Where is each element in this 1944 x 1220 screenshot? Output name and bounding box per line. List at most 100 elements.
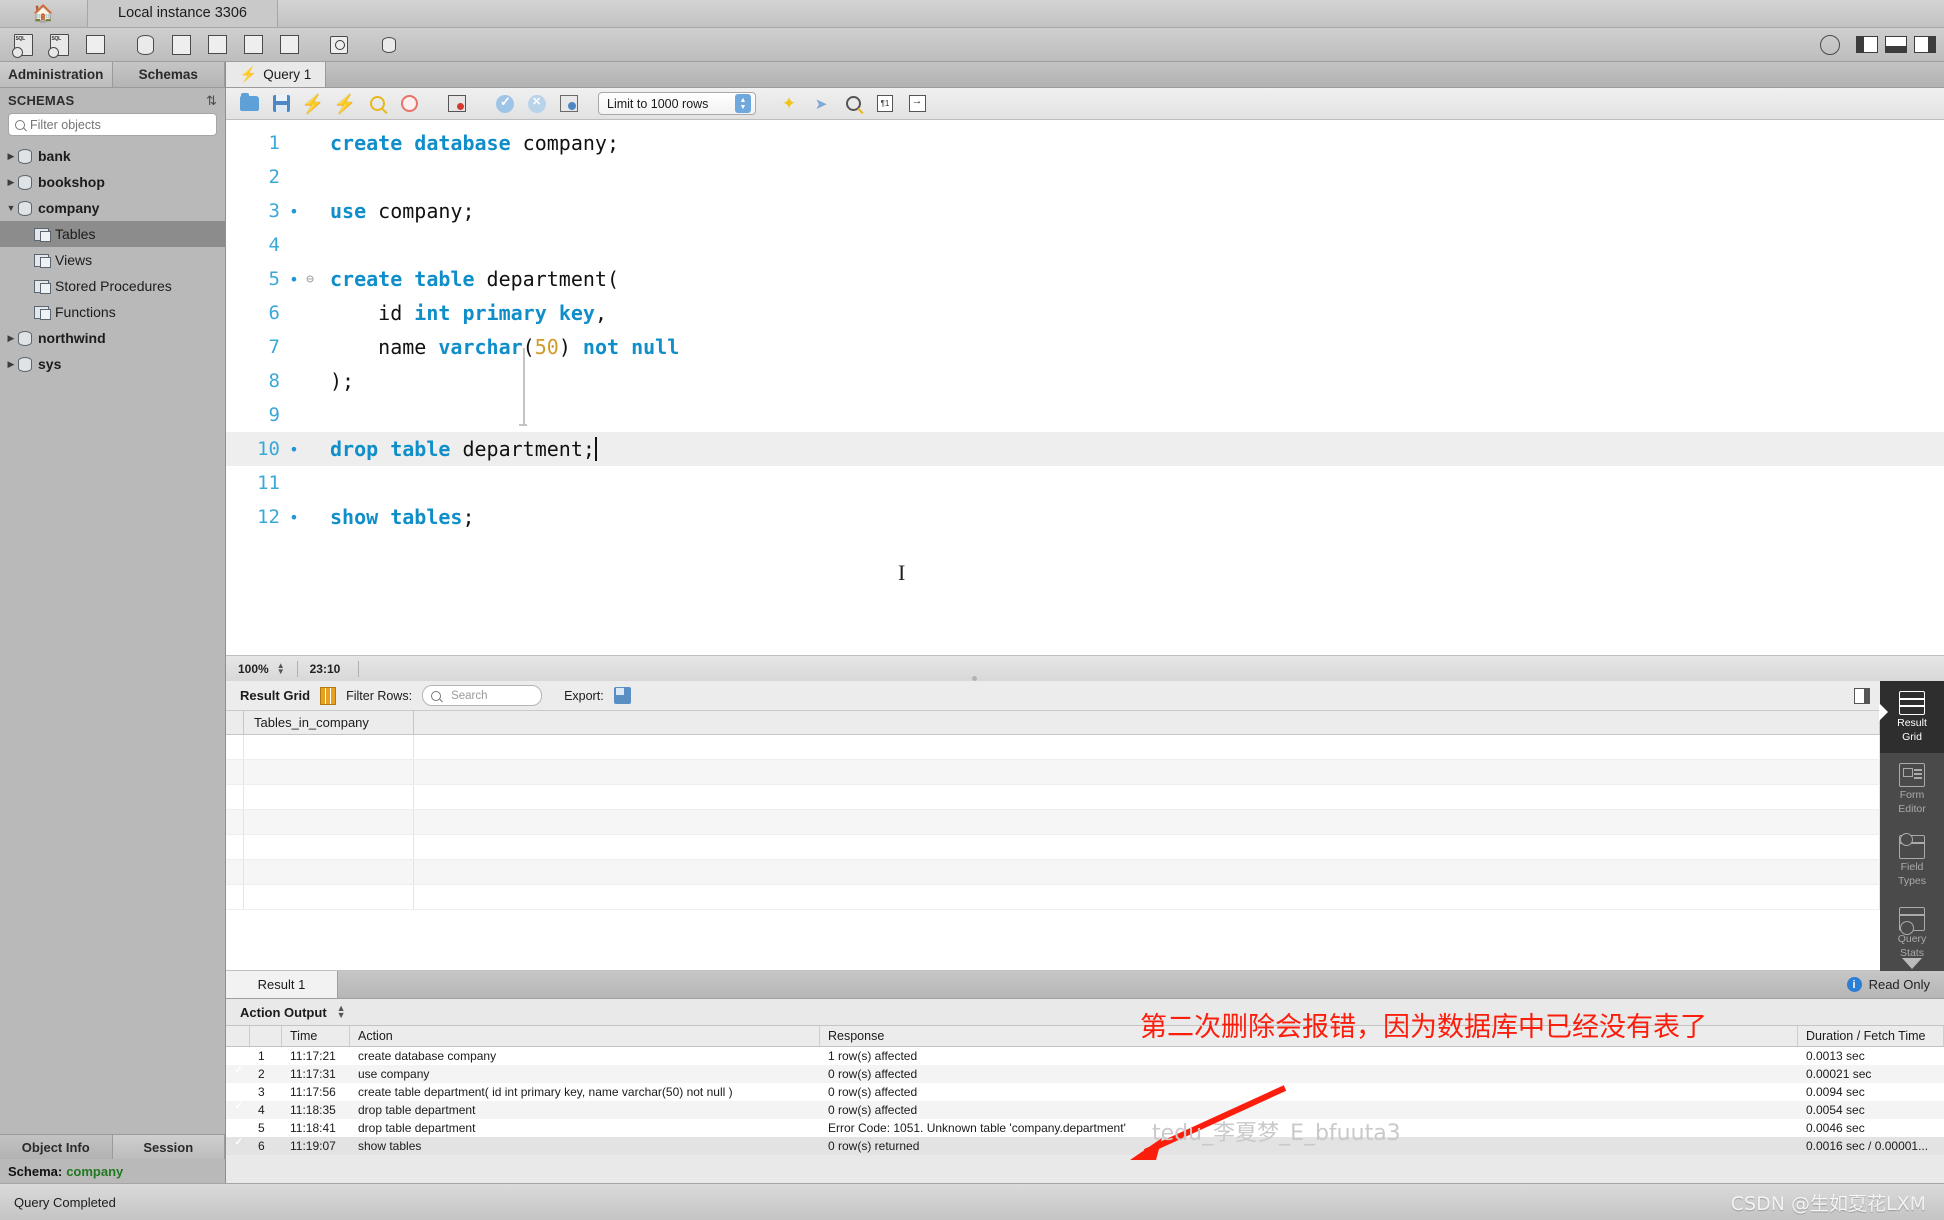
fold-toggle-icon[interactable]: ⊖ [302,272,318,287]
chevron-down-icon[interactable]: ▼ [4,203,18,213]
sidebar-item-bookshop[interactable]: ▶ bookshop [0,169,225,195]
result-grid-row[interactable] [226,735,1880,760]
statement-marker-icon[interactable]: • [286,270,302,289]
export-icon[interactable] [613,687,631,704]
sidebar-item-functions[interactable]: Functions [0,299,225,325]
wrap-lines-icon[interactable] [902,91,932,117]
result-grid-row[interactable] [226,885,1880,910]
open-script-icon[interactable] [234,91,264,117]
toggle-field-panel-icon[interactable] [1854,687,1870,704]
sidebar-tab-administration[interactable]: Administration [0,62,113,88]
action-output-row[interactable]: 2 11:17:31 use company 0 row(s) affected 0.0… [226,1065,1944,1083]
result-grid[interactable]: Tables_in_company [226,711,1880,971]
code-line-11[interactable]: 11 [226,466,1944,500]
sidebar-item-stored-procedures[interactable]: Stored Procedures [0,273,225,299]
result-grid-row[interactable] [226,810,1880,835]
result-grid-row[interactable] [226,760,1880,785]
row-header-cell[interactable] [226,735,244,759]
row-header-cell[interactable] [226,785,244,809]
scroll-down-icon[interactable] [1902,958,1922,969]
code-line-2[interactable]: 2 [226,160,1944,194]
tab-session[interactable]: Session [112,1135,225,1159]
result-grid-row[interactable] [226,785,1880,810]
result-cell[interactable] [414,810,1880,834]
result-cell[interactable] [414,860,1880,884]
explain-icon[interactable] [362,91,392,117]
new-schema-icon[interactable] [128,31,162,59]
open-sql-script-icon[interactable] [42,31,76,59]
tab-form-editor[interactable]: Form Editor [1880,753,1944,825]
code-line-12[interactable]: 12 • show tables; [226,500,1944,534]
statement-marker-icon[interactable]: • [286,440,302,459]
editor-zoom-level[interactable]: 100% [226,662,269,676]
tab-result-1[interactable]: Result 1 [226,971,338,998]
code-line-5[interactable]: 5 • ⊖ create table department( [226,262,1944,296]
result-cell[interactable] [244,785,414,809]
sidebar-item-bank[interactable]: ▶ bank [0,143,225,169]
chevron-right-icon[interactable]: ▶ [4,177,18,188]
row-header-cell[interactable] [226,860,244,884]
tab-field-types[interactable]: Field Types [1880,825,1944,897]
code-line-8[interactable]: 8); [226,364,1944,398]
chevron-right-icon[interactable]: ▶ [4,151,18,162]
code-line-3[interactable]: 3 • use company; [226,194,1944,228]
sidebar-item-company[interactable]: ▼ company [0,195,225,221]
toggle-output-icon[interactable] [1885,36,1907,53]
statement-marker-icon[interactable]: • [286,508,302,527]
action-output-col-duration[interactable]: Duration / Fetch Time [1798,1026,1944,1046]
result-cell[interactable] [244,835,414,859]
filter-objects-input[interactable] [30,117,210,132]
filter-rows-input[interactable]: Search [422,685,543,706]
toggle-line-numbers-icon[interactable]: ¶1 [870,91,900,117]
find-icon[interactable] [838,91,868,117]
stop-icon[interactable] [394,91,424,117]
result-grid-row[interactable] [226,860,1880,885]
sidebar-tab-schemas[interactable]: Schemas [112,62,225,88]
new-function-icon[interactable] [272,31,306,59]
toggle-secondary-sidebar-icon[interactable] [1914,36,1936,53]
execute-current-statement-icon[interactable]: ⚡ [330,91,360,117]
toggle-sidebar-icon[interactable] [1856,36,1878,53]
search-data-icon[interactable] [322,31,356,59]
result-grid-column-tables-in-company[interactable]: Tables_in_company [244,711,414,734]
statement-marker-icon[interactable]: • [286,202,302,221]
commit-icon[interactable] [490,91,520,117]
beautify-icon[interactable]: ✦ [774,91,804,117]
result-cell[interactable] [244,735,414,759]
result-cell[interactable] [414,835,1880,859]
home-tab-button[interactable]: 🏠 [0,0,88,27]
sql-code-editor[interactable]: 1 create database company; 2 3 • use company;… [226,120,1944,655]
help-icon[interactable] [1813,31,1847,59]
row-header-cell[interactable] [226,810,244,834]
save-script-icon[interactable] [266,91,296,117]
result-grid-column-blank[interactable] [414,711,1880,734]
toggle-stop-on-error-icon[interactable] [442,91,472,117]
connection-tab-local-instance[interactable]: Local instance 3306 [88,0,278,27]
code-line-10[interactable]: 10 • drop table department; [226,432,1944,466]
new-sql-tab-icon[interactable] [6,31,40,59]
sidebar-item-views[interactable]: Views [0,247,225,273]
sidebar-item-northwind[interactable]: ▶ northwind [0,325,225,351]
action-output-filter-stepper-icon[interactable]: ▲ ▼ [337,1004,346,1020]
toggle-invisible-chars-icon[interactable]: ➤ [806,91,836,117]
reconnect-dbms-icon[interactable] [372,31,406,59]
grid-view-icon[interactable] [320,686,337,705]
tab-object-info[interactable]: Object Info [0,1135,113,1159]
code-line-6[interactable]: 6 id int primary key, [226,296,1944,330]
action-output-col-time[interactable]: Time [282,1026,350,1046]
code-line-7[interactable]: 7 name varchar(50) not null [226,330,1944,364]
result-grid-row[interactable] [226,835,1880,860]
new-table-icon[interactable] [164,31,198,59]
chevron-right-icon[interactable]: ▶ [4,333,18,344]
code-line-1[interactable]: 1 create database company; [226,126,1944,160]
tab-result-grid[interactable]: Result Grid [1879,681,1944,753]
action-output-row[interactable]: 1 11:17:21 create database company 1 row(s)… [226,1047,1944,1065]
action-output-row[interactable]: 4 11:18:35 drop table department 0 row(s) a… [226,1101,1944,1119]
autocommit-icon[interactable] [554,91,584,117]
result-cell[interactable] [414,760,1880,784]
new-view-icon[interactable] [200,31,234,59]
action-output-row[interactable]: 5 11:18:41 drop table department Error Code… [226,1119,1944,1137]
action-output-row[interactable]: 6 11:19:07 show tables 0 row(s) returned 0.0… [226,1137,1944,1155]
code-line-9[interactable]: 9 [226,398,1944,432]
zoom-stepper-icon[interactable]: ▲ ▼ [277,661,285,675]
